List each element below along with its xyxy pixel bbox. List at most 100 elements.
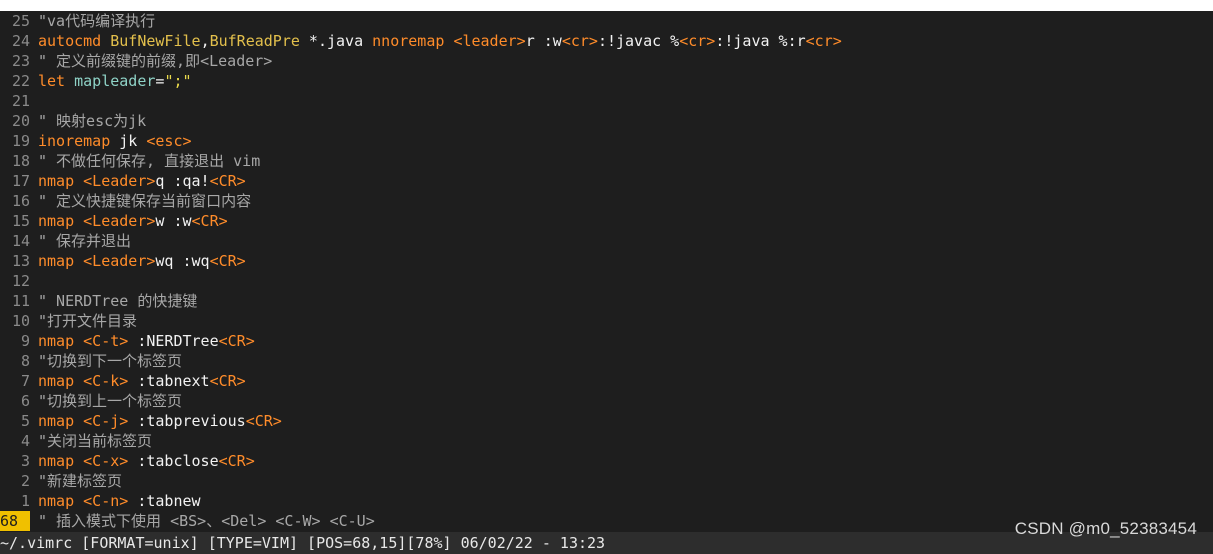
code-token: <C-t> — [83, 332, 129, 350]
code-line[interactable]: 12 — [0, 271, 1213, 291]
code-line[interactable]: 9 nmap <C-t> :NERDTree<CR> — [0, 331, 1213, 351]
code-token: nmap — [38, 412, 84, 430]
line-number: 24 — [11, 32, 30, 50]
line-number: 5 — [20, 412, 30, 430]
code-token: :!javac % — [597, 32, 680, 50]
code-token: " 保存并退出 — [38, 232, 132, 250]
code-token: <CR> — [209, 172, 246, 190]
code-token: " 定义前缀键的前缀,即<Leader> — [38, 52, 273, 70]
code-token: , — [200, 32, 210, 50]
code-token: "打开文件目录 — [38, 312, 138, 330]
code-token: nmap — [38, 212, 84, 230]
code-token: <CR> — [209, 372, 246, 390]
code-token: "va代码编译执行 — [38, 12, 156, 30]
code-token: ";" — [164, 72, 192, 90]
code-token: <esc> — [146, 132, 192, 150]
current-line-number: 68 — [0, 511, 30, 531]
code-token: " 映射esc为jk — [38, 112, 147, 130]
code-token: nnoremap — [372, 32, 454, 50]
code-line[interactable]: 16 " 定义快捷键保存当前窗口内容 — [0, 191, 1213, 211]
window-top-edge — [0, 0, 1213, 11]
line-number: 4 — [20, 432, 30, 450]
code-token: " 插入模式下使用 <BS>、<Del> <C-W> <C-U> — [38, 512, 375, 530]
code-token: wq :wq — [155, 252, 210, 270]
code-token: <CR> — [245, 412, 282, 430]
code-line[interactable]: 20 " 映射esc为jk — [0, 111, 1213, 131]
code-token: "切换到上一个标签页 — [38, 392, 183, 410]
code-token: autocmd — [38, 32, 111, 50]
line-number: 14 — [11, 232, 30, 250]
code-token: nmap — [38, 252, 84, 270]
code-token: *.java — [299, 32, 373, 50]
code-line[interactable]: 11 " NERDTree 的快捷键 — [0, 291, 1213, 311]
code-token: nmap — [38, 452, 84, 470]
code-token: nmap — [38, 492, 84, 510]
code-token: <leader> — [453, 32, 526, 50]
code-token: :tabnext — [128, 372, 210, 390]
code-token: <cr> — [561, 32, 598, 50]
code-line[interactable]: 22 let mapleader=";" — [0, 71, 1213, 91]
code-token: r :w — [525, 32, 562, 50]
code-token: "新建标签页 — [38, 472, 123, 490]
code-token: mapleader — [74, 72, 156, 90]
code-line[interactable]: 1 nmap <C-n> :tabnew — [0, 491, 1213, 511]
code-token: "切换到下一个标签页 — [38, 352, 183, 370]
line-number: 6 — [20, 392, 30, 410]
code-line[interactable]: 19 inoremap jk <esc> — [0, 131, 1213, 151]
code-line[interactable]: 5 nmap <C-j> :tabprevious<CR> — [0, 411, 1213, 431]
code-token: "关闭当前标签页 — [38, 432, 153, 450]
code-token: <Leader> — [83, 212, 156, 230]
line-number: 10 — [11, 312, 30, 330]
code-line[interactable]: 7 nmap <C-k> :tabnext<CR> — [0, 371, 1213, 391]
code-line[interactable]: 15 nmap <Leader>w :w<CR> — [0, 211, 1213, 231]
watermark-text: CSDN @m0_52383454 — [1014, 519, 1197, 538]
line-number: 22 — [11, 72, 30, 90]
line-number: 21 — [11, 92, 30, 110]
code-token: BufReadPre — [209, 32, 300, 50]
code-line[interactable]: 14 " 保存并退出 — [0, 231, 1213, 251]
code-token: w :w — [155, 212, 192, 230]
line-number: 16 — [11, 192, 30, 210]
code-line[interactable]: 25 "va代码编译执行 — [0, 11, 1213, 31]
code-token: <CR> — [191, 212, 228, 230]
code-token: <C-x> — [83, 452, 129, 470]
code-token: :NERDTree — [128, 332, 219, 350]
code-token: :tabclose — [128, 452, 219, 470]
code-token: nmap — [38, 372, 84, 390]
code-token: <Leader> — [83, 252, 156, 270]
code-line[interactable]: 17 nmap <Leader>q :qa!<CR> — [0, 171, 1213, 191]
line-number: 2 — [20, 472, 30, 490]
code-token: nmap — [38, 332, 84, 350]
code-line[interactable]: 13 nmap <Leader>wq :wq<CR> — [0, 251, 1213, 271]
code-token: <C-n> — [83, 492, 129, 510]
code-token: " 定义快捷键保存当前窗口内容 — [38, 192, 252, 210]
code-line[interactable]: 4 "关闭当前标签页 — [0, 431, 1213, 451]
code-line[interactable]: 6 "切换到上一个标签页 — [0, 391, 1213, 411]
vim-editor[interactable]: 25 "va代码编译执行 24 autocmd BufNewFile,BufReadP… — [0, 11, 1213, 554]
code-token: :tabprevious — [128, 412, 246, 430]
code-line[interactable]: 10 "打开文件目录 — [0, 311, 1213, 331]
code-line[interactable]: 18 " 不做任何保存, 直接退出 vim — [0, 151, 1213, 171]
code-line[interactable]: 8 "切换到下一个标签页 — [0, 351, 1213, 371]
line-number: 15 — [11, 212, 30, 230]
code-token: " NERDTree 的快捷键 — [38, 292, 198, 310]
code-token: nmap — [38, 172, 84, 190]
code-line[interactable]: 2 "新建标签页 — [0, 471, 1213, 491]
line-number: 1 — [20, 492, 30, 510]
line-number: 12 — [11, 272, 30, 290]
code-token: <cr> — [679, 32, 716, 50]
line-number: 20 — [11, 112, 30, 130]
code-line[interactable]: 23 " 定义前缀键的前缀,即<Leader> — [0, 51, 1213, 71]
code-token: " 不做任何保存, 直接退出 vim — [38, 152, 261, 170]
code-token: <CR> — [218, 452, 255, 470]
code-line[interactable]: 21 — [0, 91, 1213, 111]
line-number: 7 — [20, 372, 30, 390]
line-number: 23 — [11, 52, 30, 70]
code-line[interactable]: 3 nmap <C-x> :tabclose<CR> — [0, 451, 1213, 471]
line-number: 3 — [20, 452, 30, 470]
line-number: 18 — [11, 152, 30, 170]
code-token: <C-j> — [83, 412, 129, 430]
code-token: <C-k> — [83, 372, 129, 390]
code-token: <CR> — [218, 332, 255, 350]
code-line[interactable]: 24 autocmd BufNewFile,BufReadPre *.java n… — [0, 31, 1213, 51]
